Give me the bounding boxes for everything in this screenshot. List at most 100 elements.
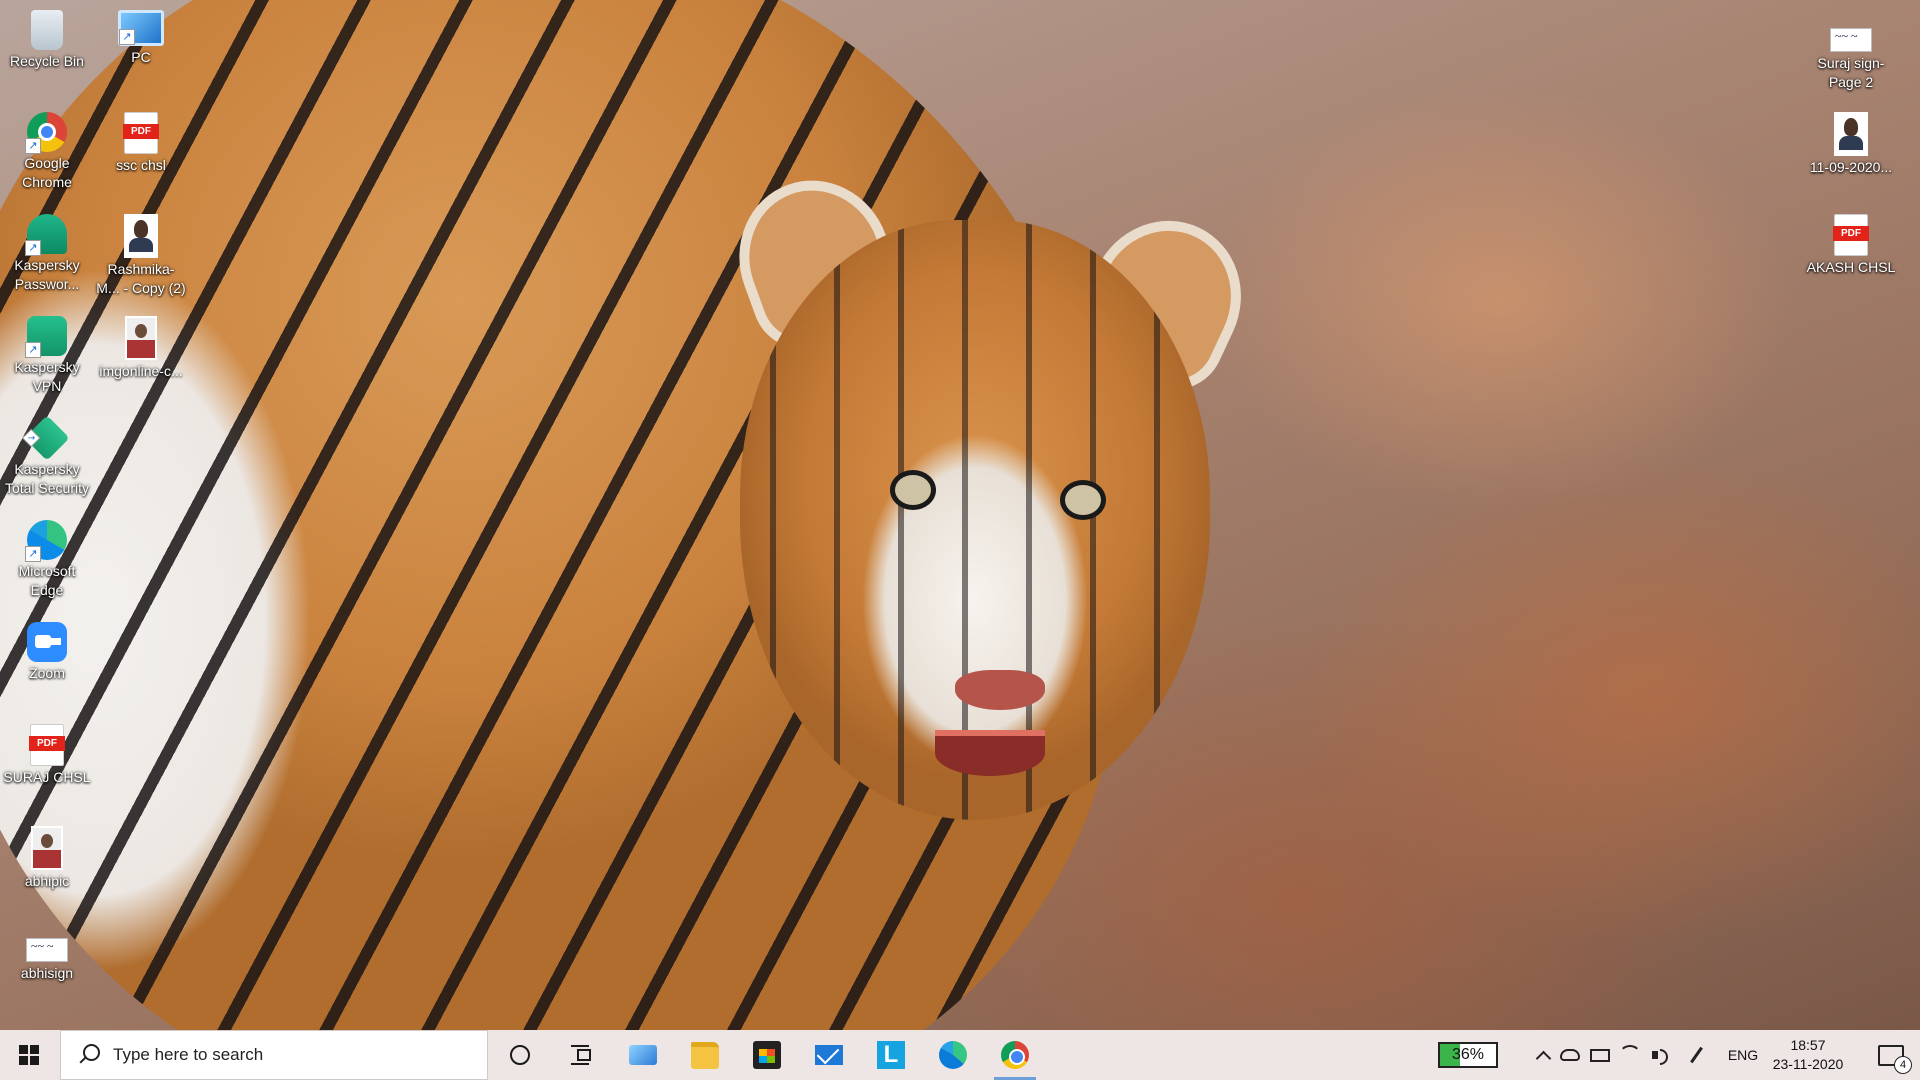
desktop-icon-imgonline[interactable]: imgonline-c... (96, 312, 186, 381)
file-explorer-icon (691, 1041, 719, 1069)
tiger-right-eye (1060, 480, 1106, 520)
show-hidden-icons-button[interactable] (1532, 1030, 1554, 1080)
edge-icon (25, 520, 67, 562)
search-input[interactable]: Type here to search (60, 1030, 488, 1080)
chrome-icon (1001, 1041, 1029, 1069)
desktop-icon-suraj-sign[interactable]: Suraj sign-Page 2 (1806, 14, 1896, 92)
desktop-icon-label: Rashmika-M... - Copy (2) (96, 261, 186, 296)
desktop-icon-ssc-chsl[interactable]: ssc chsl (96, 108, 186, 175)
cortana-circle-icon (510, 1045, 530, 1065)
battery-percentage-text: 36% (1451, 1046, 1485, 1063)
desktop-icon-microsoft-edge[interactable]: Microsoft Edge (2, 516, 92, 600)
taskbar-app-control-panel[interactable] (614, 1030, 672, 1080)
desktop-wallpaper (0, 0, 1920, 1030)
edge-icon (939, 1041, 967, 1069)
taskbar-app-edge[interactable] (924, 1030, 982, 1080)
desktop-icon-suraj-chsl[interactable]: SURAJ CHSL (2, 720, 92, 787)
desktop-icon-abhipic[interactable]: abhipic (2, 822, 92, 891)
windows-logo-icon (19, 1045, 39, 1065)
zoom-icon (27, 622, 67, 662)
start-button[interactable] (0, 1030, 58, 1080)
pen-icon (1689, 1046, 1703, 1064)
image-icon (124, 214, 158, 258)
desktop-icon-label: PC (131, 49, 151, 65)
desktop-icon-label: imgonline-c... (99, 363, 183, 379)
pc-icon (118, 10, 164, 46)
taskbar-app-mail[interactable] (800, 1030, 858, 1080)
input-language-button[interactable]: ENG (1722, 1030, 1764, 1080)
pdf-icon (29, 724, 65, 766)
kaspersky-vpn-icon (25, 316, 67, 358)
notification-count-badge: 4 (1894, 1055, 1912, 1074)
network-tray-button[interactable] (1618, 1030, 1642, 1080)
desktop-icon-kaspersky-vpn[interactable]: Kaspersky VPN (2, 312, 92, 396)
kaspersky-total-security-icon (24, 415, 70, 461)
desktop-icon-pc[interactable]: PC (96, 6, 186, 67)
desktop-icon-label: Kaspersky VPN (14, 359, 80, 394)
search-placeholder: Type here to search (113, 1045, 264, 1064)
taskbar-app-chrome[interactable] (986, 1030, 1044, 1080)
desktop-icon-akash-chsl[interactable]: AKASH CHSL (1806, 210, 1896, 277)
recycle-bin-icon (31, 10, 63, 50)
taskbar-app-file-explorer[interactable] (676, 1030, 734, 1080)
kaspersky-password-icon (25, 214, 67, 256)
clock-button[interactable]: 18:57 23-11-2020 (1772, 1030, 1844, 1080)
clock-time: 18:57 (1790, 1037, 1826, 1053)
pdf-icon (123, 112, 159, 154)
tiger-mouth (935, 730, 1045, 776)
battery-percentage-widget[interactable]: 36% (1438, 1042, 1498, 1068)
desktop-icon-rashmika[interactable]: Rashmika-M... - Copy (2) (96, 210, 186, 298)
desktop-icon-recycle-bin[interactable]: Recycle Bin (2, 6, 92, 71)
desktop-icon-label: abhisign (20, 965, 74, 981)
desktop-icon-label: Recycle Bin (10, 53, 84, 69)
desktop-icon-label: 11-09-2020... (1809, 159, 1893, 175)
chrome-icon (25, 112, 67, 154)
desktop-icon-label: Zoom (29, 665, 65, 681)
taskbar: Type here to search L 36% ENG 18:57 23-1… (0, 1030, 1920, 1080)
image-icon (26, 938, 68, 962)
onedrive-tray-button[interactable] (1558, 1030, 1582, 1080)
desktop-icon-label: Kaspersky Total Security (4, 461, 90, 496)
desktop-icon-kaspersky-total-security[interactable]: Kaspersky Total Security (2, 414, 92, 498)
mail-icon (815, 1045, 843, 1065)
desktop-icon-label: Google Chrome (22, 155, 72, 190)
clock-date: 23-11-2020 (1772, 1056, 1844, 1072)
pen-workspace-button[interactable] (1684, 1030, 1708, 1080)
microsoft-store-icon (753, 1041, 781, 1069)
search-icon (77, 1044, 100, 1066)
action-center-button[interactable]: 4 (1866, 1030, 1916, 1080)
task-view-icon (571, 1045, 591, 1065)
l-app-icon: L (877, 1041, 905, 1069)
pdf-icon (1833, 214, 1869, 256)
desktop-icon-chrome[interactable]: Google Chrome (2, 108, 92, 192)
image-icon (1834, 112, 1868, 156)
image-icon (1830, 28, 1872, 52)
chevron-up-icon (1535, 1050, 1551, 1066)
task-view-button[interactable] (560, 1030, 600, 1080)
desktop-icon-label: abhipic (24, 873, 70, 889)
desktop-icon-abhisign[interactable]: abhisign (2, 924, 92, 983)
desktop-icon-label: SURAJ CHSL (3, 769, 91, 785)
notification-icon: 4 (1878, 1044, 1912, 1074)
desktop-icon-label: AKASH CHSL (1806, 259, 1896, 275)
speaker-icon (1652, 1048, 1668, 1065)
taskbar-app-microsoft-store[interactable] (738, 1030, 796, 1080)
desktop-icon-photo-11-09-2020[interactable]: 11-09-2020... (1806, 108, 1896, 177)
desktop-icon-zoom[interactable]: Zoom (2, 618, 92, 683)
wifi-icon (1619, 1045, 1641, 1065)
tiger-left-eye (890, 470, 936, 510)
battery-tray-button[interactable] (1588, 1030, 1612, 1080)
desktop-icon-label: Kaspersky Passwor... (14, 257, 80, 292)
desktop-icon-label: ssc chsl (116, 157, 166, 173)
taskbar-app-l[interactable]: L (862, 1030, 920, 1080)
cortana-button[interactable] (500, 1030, 540, 1080)
image-icon (125, 316, 157, 360)
cloud-icon (1560, 1049, 1580, 1061)
control-panel-icon (629, 1045, 657, 1065)
desktop-icon-kaspersky-password[interactable]: Kaspersky Passwor... (2, 210, 92, 294)
image-icon (31, 826, 63, 870)
volume-tray-button[interactable] (1648, 1030, 1672, 1080)
battery-icon (1590, 1048, 1610, 1062)
desktop-icon-label: Suraj sign-Page 2 (1817, 55, 1885, 90)
desktop-icon-label: Microsoft Edge (18, 563, 76, 598)
